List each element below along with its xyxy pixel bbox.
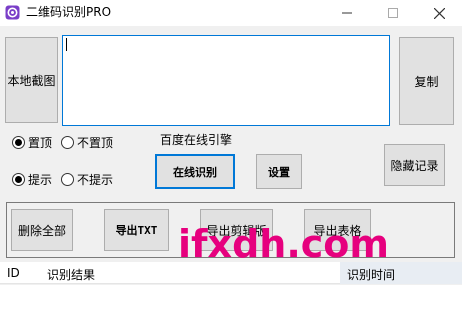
text-caret — [66, 38, 67, 51]
watermark: ifxdh.com — [178, 222, 389, 266]
radio-checked-icon — [12, 173, 25, 186]
maximize-icon — [388, 8, 398, 18]
radio-checked-icon — [12, 136, 25, 149]
radio-pin-top[interactable]: 置顶 — [12, 134, 52, 151]
radio-unchecked-icon — [61, 173, 74, 186]
maximize-button[interactable] — [370, 0, 416, 26]
radio-no-notify[interactable]: 不提示 — [61, 171, 113, 188]
close-button[interactable] — [416, 0, 462, 26]
hide-records-button[interactable]: 隐藏记录 — [384, 144, 445, 186]
settings-button[interactable]: 设置 — [256, 154, 302, 189]
radio-no-pin-top[interactable]: 不置顶 — [61, 134, 113, 151]
delete-all-button[interactable]: 删除全部 — [11, 209, 73, 251]
window-title: 二维码识别PRO — [26, 5, 112, 19]
radio-pin-top-label: 置顶 — [28, 136, 53, 150]
engine-group-label: 百度在线引擎 — [160, 133, 233, 147]
column-result[interactable]: 识别结果 — [47, 266, 95, 283]
online-recognize-button[interactable]: 在线识别 — [155, 154, 235, 189]
copy-button[interactable]: 复制 — [399, 37, 454, 125]
minimize-button[interactable] — [324, 0, 370, 26]
column-time: 识别时间 — [347, 268, 396, 282]
records-list[interactable] — [0, 285, 462, 315]
close-icon — [433, 7, 445, 19]
result-textbox[interactable] — [62, 35, 390, 126]
column-id[interactable]: ID — [7, 266, 20, 280]
local-capture-button[interactable]: 本地截图 — [5, 37, 58, 123]
radio-no-notify-label: 不提示 — [77, 173, 114, 187]
app-icon — [5, 5, 20, 20]
radio-notify-label: 提示 — [28, 173, 53, 187]
radio-no-pin-top-label: 不置顶 — [77, 136, 114, 150]
minimize-icon — [342, 12, 352, 14]
radio-unchecked-icon — [61, 136, 74, 149]
radio-notify[interactable]: 提示 — [12, 171, 52, 188]
export-txt-button[interactable]: 导出TXT — [104, 209, 169, 251]
